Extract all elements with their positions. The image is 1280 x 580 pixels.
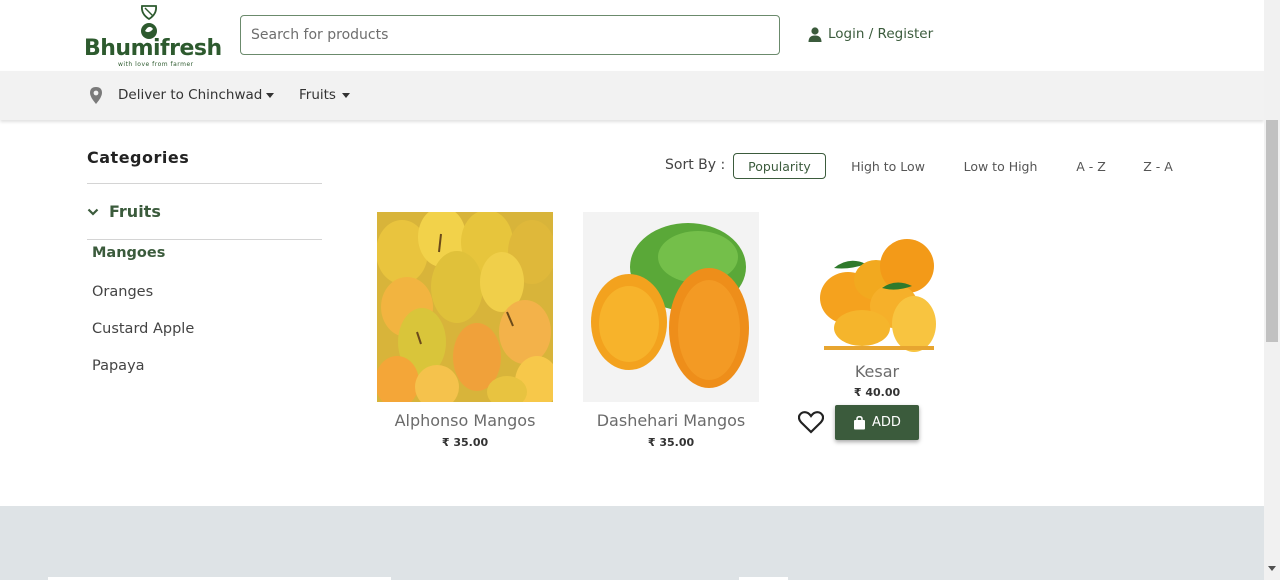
caret-down-icon bbox=[341, 92, 350, 98]
add-to-cart-button[interactable]: ADD bbox=[835, 405, 919, 440]
location-pin-icon bbox=[90, 87, 102, 104]
sidebar-item-mangoes[interactable]: Mangoes bbox=[92, 245, 165, 261]
sidebar-item-papaya[interactable]: Papaya bbox=[92, 358, 145, 374]
brand-logo[interactable]: Bhumifresh with love from farmer bbox=[82, 4, 222, 68]
login-register-link[interactable]: Login / Register bbox=[808, 26, 933, 42]
sort-low-to-high-button[interactable]: Low to High bbox=[958, 153, 1043, 179]
leaf-logo-icon bbox=[140, 5, 158, 39]
scrollbar-thumb[interactable] bbox=[1266, 120, 1278, 342]
sidebar-item-custard-apple[interactable]: Custard Apple bbox=[92, 321, 194, 337]
kesar-mango-image bbox=[820, 239, 936, 352]
category-fruits-toggle[interactable]: Fruits bbox=[87, 184, 322, 239]
fruits-menu-dropdown[interactable]: Fruits bbox=[299, 87, 350, 103]
header: Bhumifresh with love from farmer Login /… bbox=[0, 0, 1264, 71]
sub-navigation: Deliver to Chinchwad Fruits bbox=[0, 71, 1264, 120]
shopping-bag-icon bbox=[854, 415, 866, 429]
heart-wishlist-icon[interactable] bbox=[798, 411, 824, 434]
mango-halves-image bbox=[583, 212, 759, 402]
category-sidebar: Categories Fruits Mangoes Oranges Custar… bbox=[87, 148, 322, 374]
product-name[interactable]: Kesar bbox=[789, 362, 965, 381]
sort-z-a-button[interactable]: Z - A bbox=[1138, 153, 1178, 179]
brand-name: Bhumifresh bbox=[84, 36, 222, 61]
deliver-label: Deliver to Chinchwad bbox=[118, 87, 263, 103]
fruits-menu-label: Fruits bbox=[299, 87, 336, 103]
search-input[interactable] bbox=[240, 15, 780, 55]
category-fruits-label: Fruits bbox=[109, 202, 161, 221]
footer bbox=[0, 506, 1264, 580]
product-price: ₹ 40.00 bbox=[853, 386, 901, 399]
product-price: ₹ 35.00 bbox=[647, 436, 695, 449]
add-button-label: ADD bbox=[872, 415, 901, 430]
sort-popularity-button[interactable]: Popularity bbox=[733, 153, 826, 179]
caret-down-icon bbox=[266, 92, 275, 98]
product-image-alphonso[interactable] bbox=[377, 212, 553, 402]
categories-heading: Categories bbox=[87, 148, 190, 167]
user-icon bbox=[808, 26, 822, 42]
sort-a-z-button[interactable]: A - Z bbox=[1071, 153, 1111, 179]
sort-by-label: Sort By : bbox=[665, 157, 726, 173]
product-image-dashehari[interactable] bbox=[583, 212, 759, 402]
login-label: Login / Register bbox=[828, 26, 934, 42]
product-price: ₹ 35.00 bbox=[441, 436, 489, 449]
sidebar-item-oranges[interactable]: Oranges bbox=[92, 284, 153, 300]
scroll-down-arrow-icon[interactable] bbox=[1268, 566, 1276, 571]
chevron-down-icon bbox=[87, 208, 99, 216]
product-image-kesar[interactable] bbox=[804, 228, 950, 354]
divider bbox=[87, 239, 322, 240]
sort-high-to-low-button[interactable]: High to Low bbox=[846, 153, 930, 179]
product-name[interactable]: Dashehari Mangos bbox=[583, 411, 759, 430]
mango-pile-image bbox=[377, 212, 553, 402]
deliver-location-dropdown[interactable]: Deliver to Chinchwad bbox=[118, 87, 275, 103]
brand-tagline: with love from farmer bbox=[118, 61, 194, 68]
product-name[interactable]: Alphonso Mangos bbox=[377, 411, 553, 430]
